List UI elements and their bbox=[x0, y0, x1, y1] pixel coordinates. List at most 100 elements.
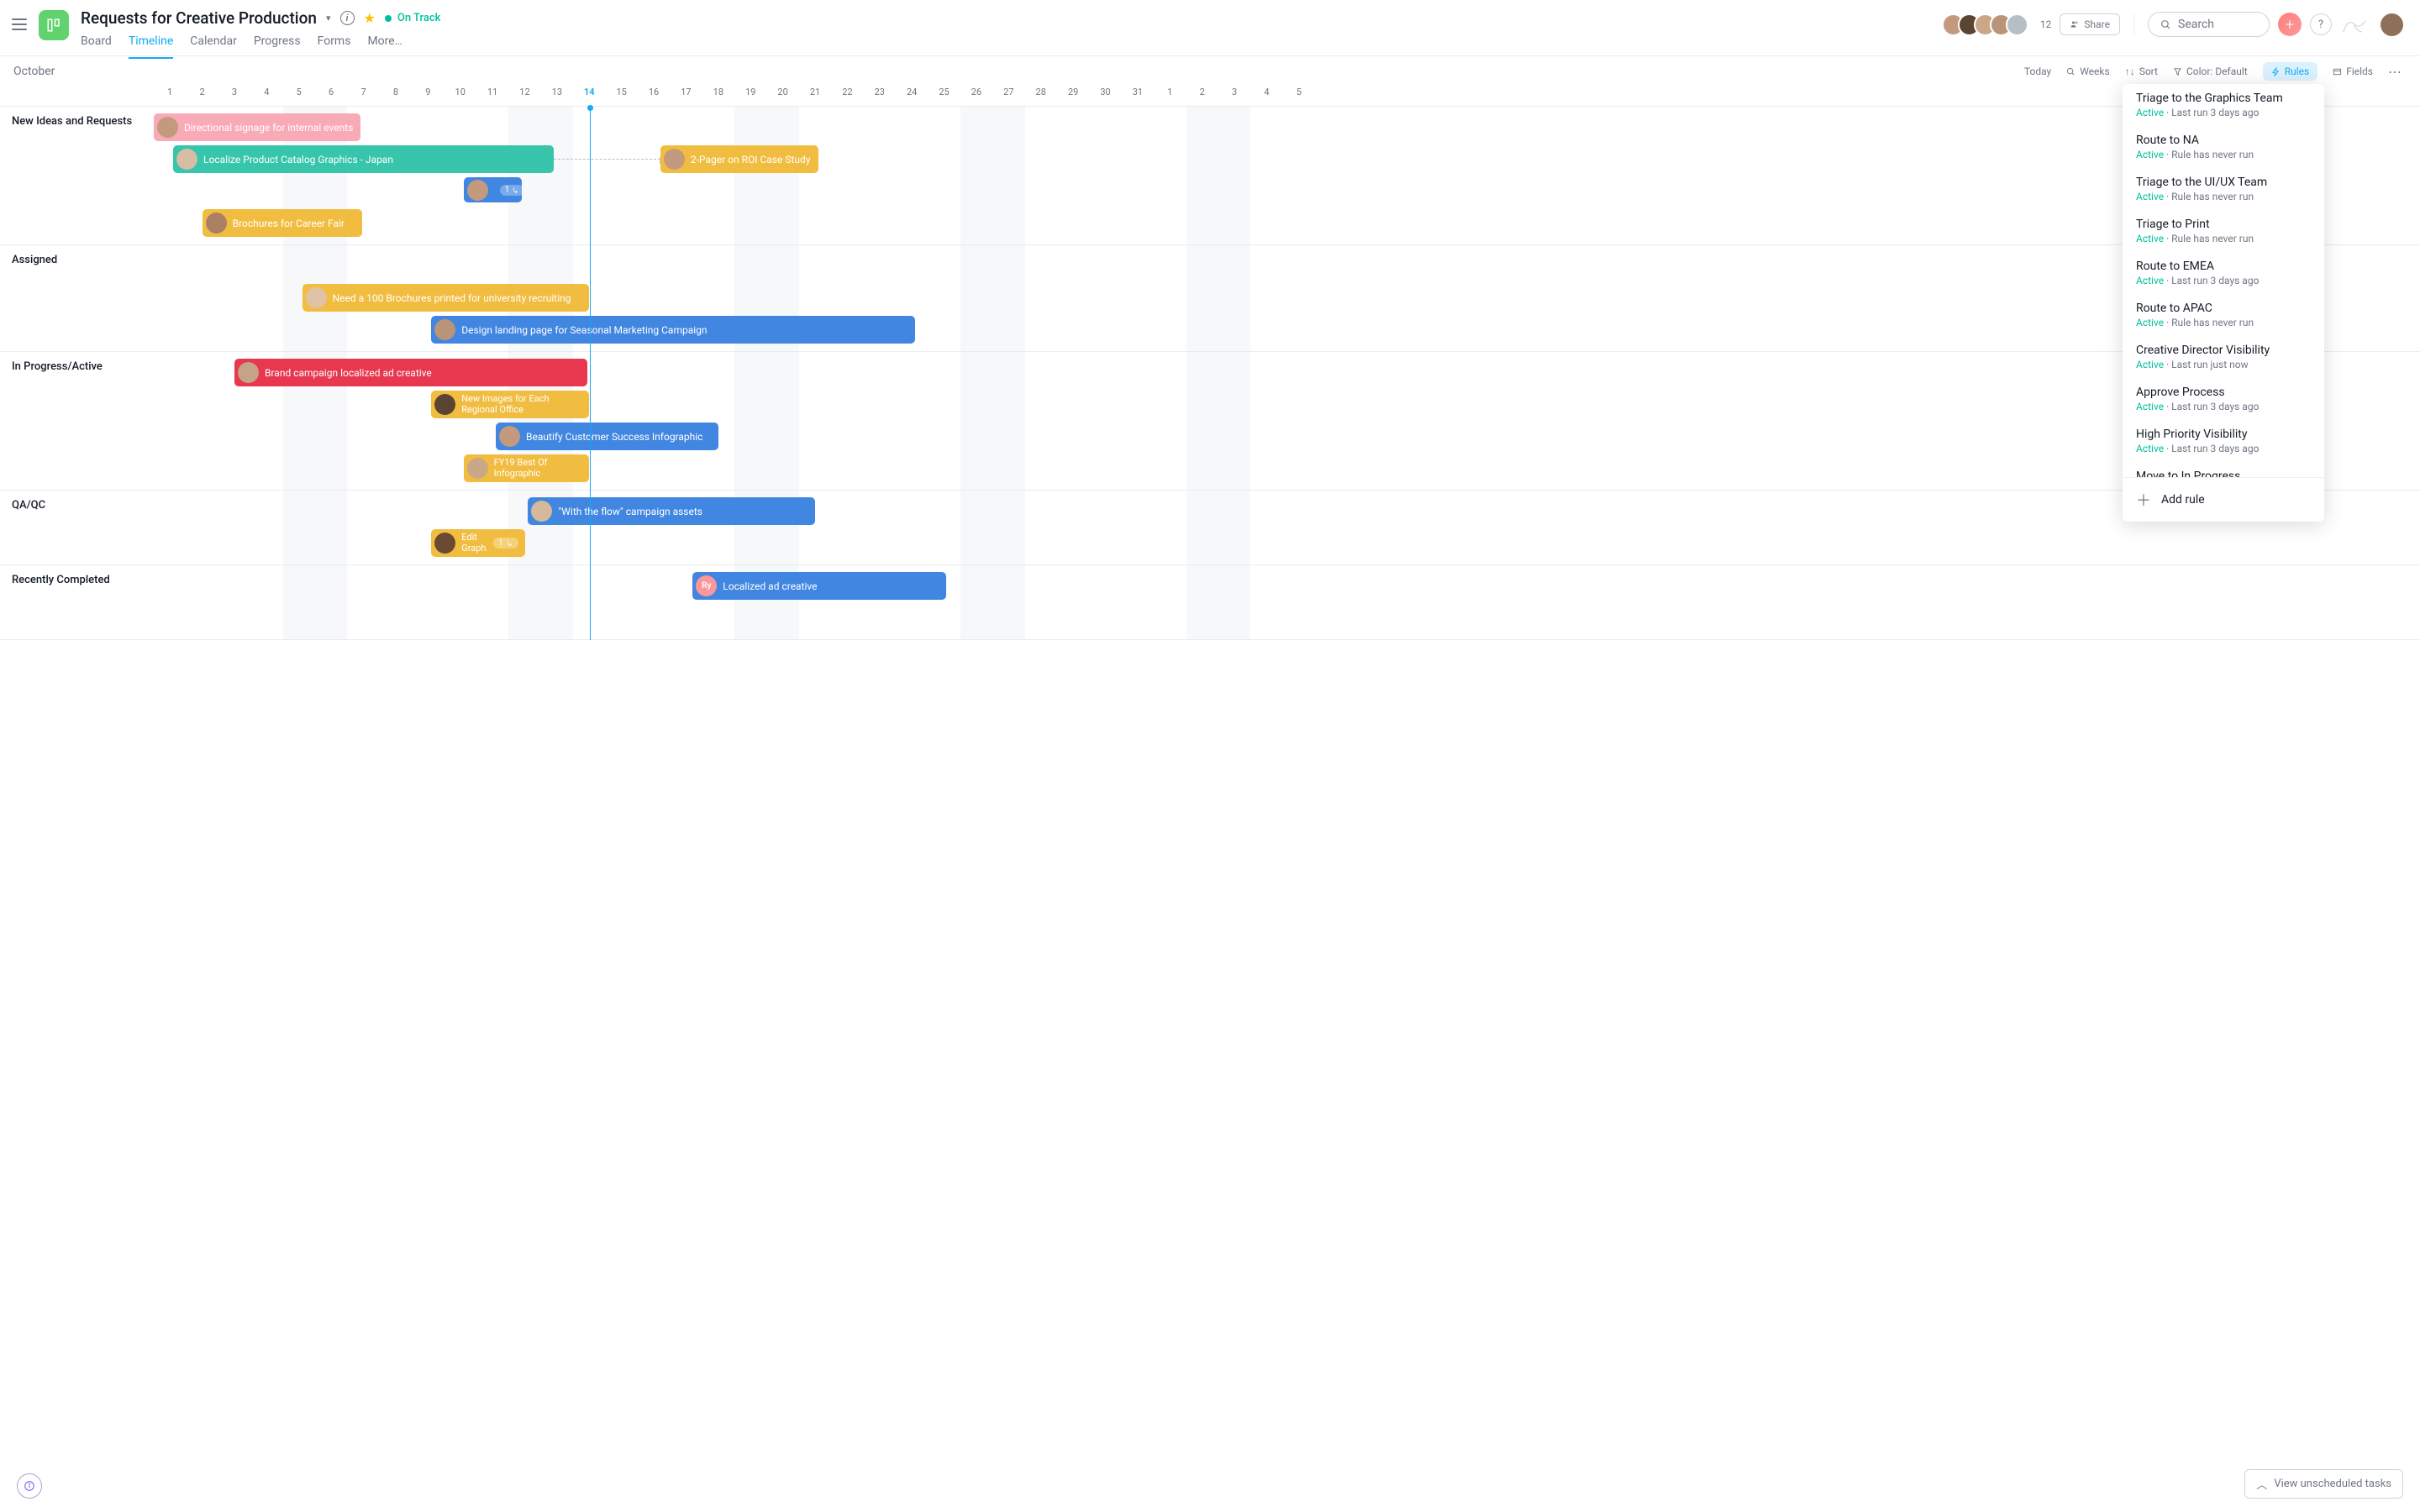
assignee-avatar: Ry bbox=[696, 575, 717, 596]
project-tabs: Board Timeline Calendar Progress Forms More… bbox=[81, 34, 1930, 59]
task-bar[interactable]: Directional signage for internal events bbox=[154, 113, 360, 141]
add-button[interactable]: + bbox=[2278, 13, 2302, 36]
add-rule-button[interactable]: ＋Add rule bbox=[2123, 477, 2324, 522]
timeline-toolbar: October Today Weeks ↑↓ Sort Color: Defau… bbox=[0, 56, 2420, 87]
rule-item[interactable]: Triage to PrintActive · Rule has never r… bbox=[2123, 210, 2324, 252]
fields-button[interactable]: Fields bbox=[2333, 66, 2373, 77]
assignee-avatar bbox=[664, 149, 685, 170]
rule-item[interactable]: Creative Director VisibilityActive · Las… bbox=[2123, 336, 2324, 378]
plus-icon: ＋ bbox=[2136, 489, 2151, 511]
chevron-down-icon[interactable]: ▾ bbox=[326, 13, 331, 24]
task-label: New Images for Each Regional Office bbox=[461, 394, 582, 415]
day-cell: 13 bbox=[541, 87, 573, 106]
task-bar[interactable]: Edit Graph…1 bbox=[431, 529, 524, 557]
day-header: 1234567891011121314151617181920212223242… bbox=[0, 87, 2420, 107]
task-bar[interactable]: Brand campaign localized ad creative bbox=[234, 359, 587, 386]
help-button[interactable]: ? bbox=[2310, 13, 2332, 35]
day-cell: 12 bbox=[508, 87, 540, 106]
day-cell: 14 bbox=[573, 87, 605, 106]
task-label: 2-Pager on ROI Case Study bbox=[691, 154, 812, 165]
task-label: Localized ad creative bbox=[723, 580, 939, 592]
view-unscheduled-button[interactable]: ︿ View unscheduled tasks bbox=[2244, 1469, 2403, 1499]
assignee-avatar bbox=[238, 362, 259, 383]
project-title[interactable]: Requests for Creative Production bbox=[81, 8, 317, 28]
rule-item[interactable]: Route to NAActive · Rule has never run bbox=[2123, 126, 2324, 168]
rule-item[interactable]: Route to APACActive · Rule has never run bbox=[2123, 294, 2324, 336]
day-cell: 7 bbox=[347, 87, 379, 106]
topbar: Requests for Creative Production ▾ i ★ O… bbox=[0, 0, 2420, 56]
rule-meta: Active · Rule has never run bbox=[2136, 191, 2311, 202]
tab-forms[interactable]: Forms bbox=[318, 34, 351, 59]
section-label[interactable]: New Ideas and Requests bbox=[12, 115, 132, 128]
day-cell: 25 bbox=[928, 87, 960, 106]
rule-item[interactable]: Move to In ProgressActive bbox=[2123, 462, 2324, 477]
day-cell: 3 bbox=[218, 87, 250, 106]
info-icon[interactable]: i bbox=[340, 11, 355, 25]
day-cell: 2 bbox=[186, 87, 218, 106]
star-icon[interactable]: ★ bbox=[364, 10, 376, 26]
today-indicator bbox=[590, 107, 591, 640]
tab-more[interactable]: More… bbox=[367, 34, 402, 59]
user-avatar[interactable] bbox=[2381, 13, 2403, 36]
task-bar[interactable]: 2-Pager on ROI Case Study bbox=[660, 145, 818, 173]
rule-item[interactable]: Triage to the UI/UX Team Active · Rule ha… bbox=[2123, 168, 2324, 210]
day-cell: 29 bbox=[1057, 87, 1089, 106]
rules-button[interactable]: Rules bbox=[2263, 62, 2317, 81]
task-bar[interactable]: B fo1 bbox=[464, 177, 522, 202]
task-bar[interactable]: "With the flow" campaign assets bbox=[528, 497, 815, 525]
rule-name: Approve Process bbox=[2136, 386, 2311, 399]
day-cell: 17 bbox=[670, 87, 702, 106]
rule-item[interactable]: Triage to the Graphics TeamActive · Last… bbox=[2123, 84, 2324, 126]
section-label[interactable]: QA/QC bbox=[12, 499, 45, 512]
tab-board[interactable]: Board bbox=[81, 34, 112, 59]
feedback-button[interactable] bbox=[17, 1473, 42, 1499]
share-button[interactable]: Share bbox=[2060, 13, 2120, 35]
task-bar[interactable]: Beautify Customer Success Infographic bbox=[496, 423, 718, 450]
color-button[interactable]: Color: Default bbox=[2173, 66, 2248, 77]
month-label: October bbox=[13, 65, 2024, 78]
task-bar[interactable]: Ry Localized ad creative bbox=[692, 572, 945, 600]
rule-meta: Active · Last run 3 days ago bbox=[2136, 443, 2311, 454]
task-bar[interactable]: Brochures for Career Fair bbox=[203, 209, 362, 237]
search-input[interactable]: Search bbox=[2148, 12, 2270, 37]
assignee-avatar bbox=[434, 319, 455, 340]
section-label[interactable]: Recently Completed bbox=[12, 574, 110, 586]
status-badge[interactable]: On Track bbox=[385, 12, 441, 24]
tab-timeline[interactable]: Timeline bbox=[129, 34, 173, 59]
task-bar[interactable]: FY19 Best Of Infographic bbox=[464, 454, 590, 482]
task-bar[interactable]: Localize Product Catalog Graphics - Japa… bbox=[173, 145, 554, 173]
rule-name: Triage to the UI/UX Team bbox=[2136, 176, 2311, 189]
day-cell: 19 bbox=[734, 87, 766, 106]
project-icon[interactable] bbox=[39, 10, 69, 40]
task-label: FY19 Best Of Infographic bbox=[494, 458, 583, 479]
task-label: "With the flow" campaign assets bbox=[558, 506, 808, 517]
assignee-avatar bbox=[434, 394, 455, 415]
rule-name: Creative Director Visibility bbox=[2136, 344, 2311, 357]
mascot-icon bbox=[2340, 13, 2372, 36]
rule-item[interactable]: High Priority VisibilityActive · Last ru… bbox=[2123, 420, 2324, 462]
assignee-avatar bbox=[157, 117, 178, 138]
task-label: Directional signage for internal events bbox=[184, 122, 354, 134]
rules-popover: Triage to the Graphics Team Active · Last… bbox=[2123, 84, 2324, 522]
task-bar[interactable]: Design landing page for Seasonal Marketi… bbox=[431, 316, 915, 344]
rule-name: Triage to the Graphics Team bbox=[2136, 92, 2311, 105]
more-icon[interactable]: ⋯ bbox=[2388, 64, 2403, 80]
task-bar[interactable]: Need a 100 Brochures printed for univers… bbox=[302, 284, 590, 312]
hamburger-menu[interactable] bbox=[12, 18, 27, 30]
tab-calendar[interactable]: Calendar bbox=[190, 34, 237, 59]
tab-progress[interactable]: Progress bbox=[254, 34, 301, 59]
today-button[interactable]: Today bbox=[2024, 66, 2051, 77]
sort-button[interactable]: ↑↓ Sort bbox=[2125, 66, 2158, 77]
subtask-badge: 1 bbox=[500, 185, 522, 196]
day-cell: 27 bbox=[992, 87, 1024, 106]
section-label[interactable]: Assigned bbox=[12, 254, 57, 266]
rule-item[interactable]: Approve ProcessActive · Last run 3 days … bbox=[2123, 378, 2324, 420]
task-bar[interactable]: New Images for Each Regional Office bbox=[431, 391, 589, 418]
section-label[interactable]: In Progress/Active bbox=[12, 360, 103, 373]
day-cell: 1 bbox=[1154, 87, 1186, 106]
rule-item[interactable]: Route to EMEAActive · Last run 3 days ag… bbox=[2123, 252, 2324, 294]
member-avatars[interactable] bbox=[1942, 13, 2028, 36]
zoom-selector[interactable]: Weeks bbox=[2066, 66, 2109, 77]
member-avatar[interactable] bbox=[2006, 13, 2028, 36]
day-cell: 28 bbox=[1025, 87, 1057, 106]
